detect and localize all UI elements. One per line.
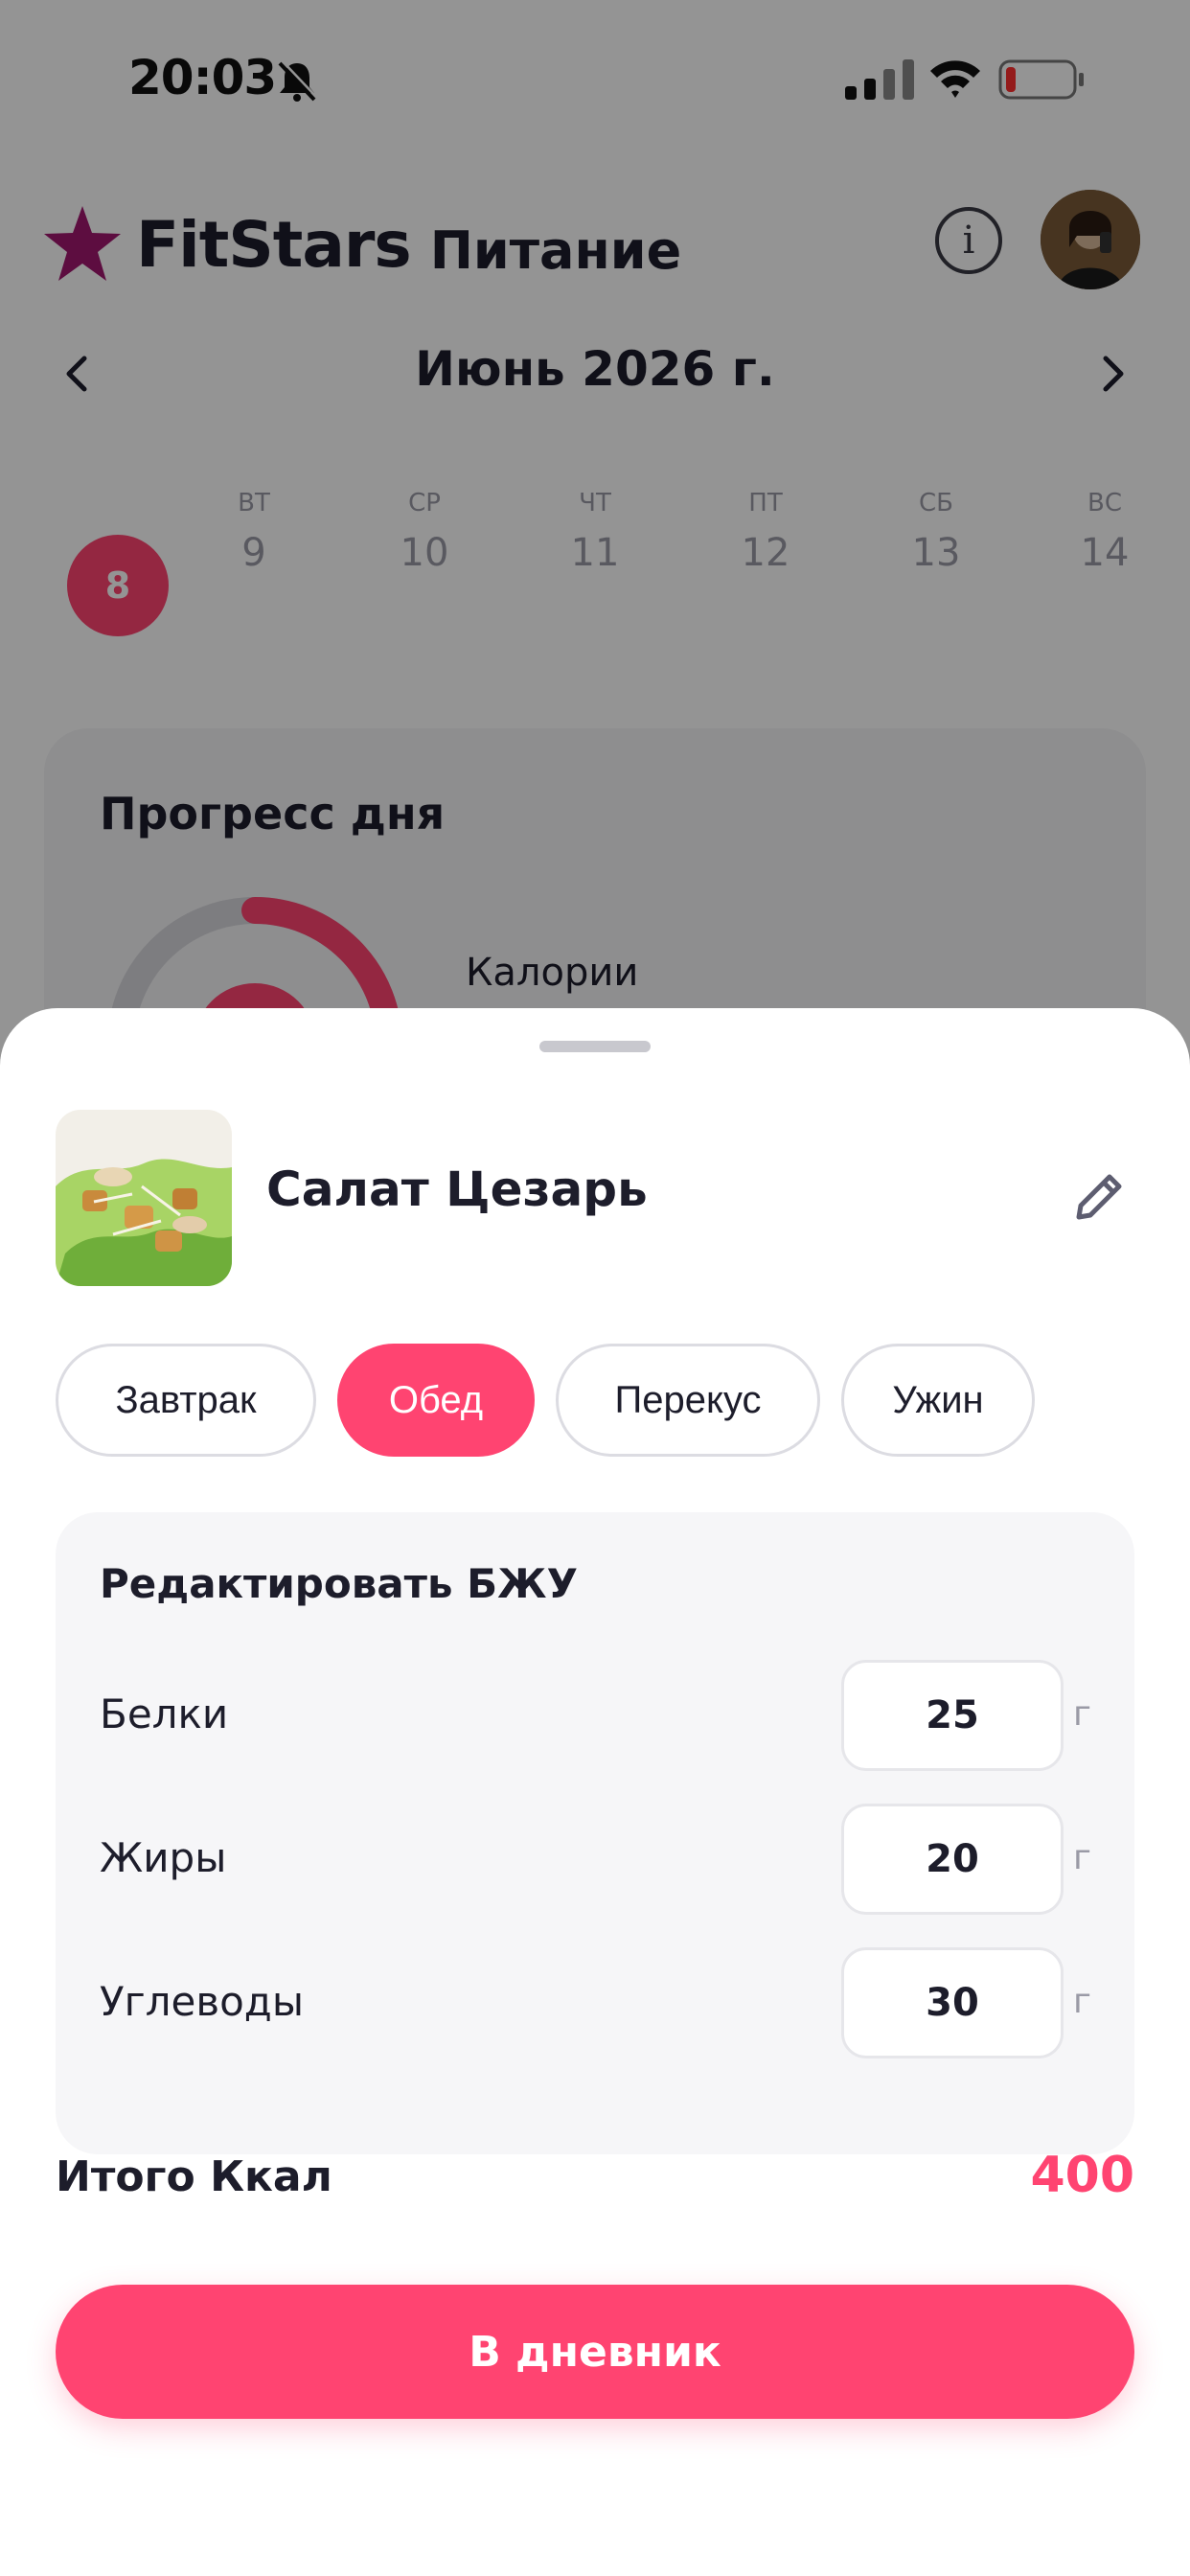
add-to-diary-button[interactable]: В дневник	[56, 2285, 1134, 2419]
food-image	[56, 1110, 232, 1286]
salad-image	[56, 1110, 232, 1286]
food-title: Салат Цезарь	[266, 1162, 648, 1217]
fat-input[interactable]	[841, 1804, 1064, 1915]
macro-row-fat: Жиры г	[56, 1804, 1134, 1915]
chip-lunch[interactable]: Обед	[337, 1344, 535, 1457]
carbs-input[interactable]	[841, 1947, 1064, 2058]
macro-unit: г	[1073, 1838, 1091, 1877]
total-kcal-value: 400	[1030, 2147, 1134, 2204]
macro-row-protein: Белки г	[56, 1660, 1134, 1771]
macro-unit: г	[1073, 1982, 1091, 2021]
chip-breakfast[interactable]: Завтрак	[56, 1344, 316, 1457]
macro-row-carbs: Углеводы г	[56, 1947, 1134, 2058]
sheet-grabber[interactable]	[539, 1041, 651, 1052]
chip-snack[interactable]: Перекус	[556, 1344, 820, 1457]
pencil-icon[interactable]	[1071, 1167, 1129, 1225]
macro-label: Жиры	[100, 1834, 227, 1881]
macro-unit: г	[1073, 1694, 1091, 1734]
total-kcal-label: Итого Ккал	[56, 2152, 332, 2201]
protein-input[interactable]	[841, 1660, 1064, 1771]
macros-title: Редактировать БЖУ	[100, 1560, 578, 1607]
macro-label: Углеводы	[100, 1978, 304, 2025]
macros-editor: Редактировать БЖУ Белки г Жиры г Углевод…	[56, 1512, 1134, 2154]
food-bottom-sheet: Салат Цезарь Завтрак Обед Перекус Ужин Р…	[0, 1008, 1190, 2576]
macro-label: Белки	[100, 1690, 229, 1737]
chip-dinner[interactable]: Ужин	[841, 1344, 1035, 1457]
